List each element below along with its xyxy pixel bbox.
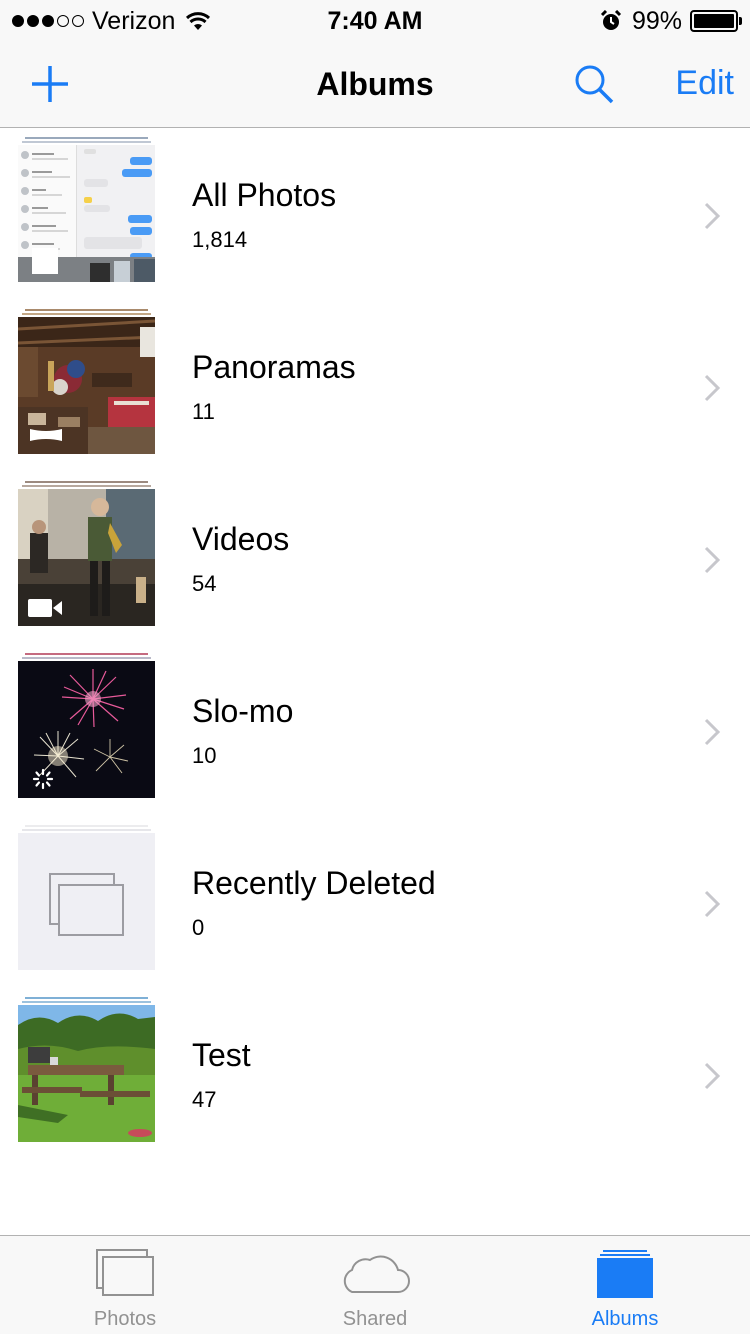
chevron-right-icon — [704, 1062, 721, 1090]
edit-button[interactable]: Edit — [675, 64, 734, 103]
albums-tab-icon — [597, 1250, 653, 1298]
navigation-bar: Albums Edit — [0, 40, 750, 128]
album-count: 1,814 — [192, 227, 248, 252]
album-count: 54 — [192, 571, 217, 596]
album-thumbnail — [18, 653, 155, 798]
album-count: 47 — [192, 1087, 217, 1112]
album-count: 11 — [192, 399, 215, 424]
battery-percent: 99% — [631, 6, 682, 35]
chevron-right-icon — [704, 202, 721, 230]
album-row-recently-deleted[interactable]: Recently Deleted 0 — [0, 817, 750, 989]
tab-label: Albums — [591, 1308, 659, 1330]
album-thumbnail — [18, 825, 155, 970]
cloud-icon — [343, 1255, 410, 1293]
tab-albums[interactable]: Albums — [500, 1236, 750, 1334]
chevron-right-icon — [704, 546, 721, 574]
status-bar: Verizon 7:40 AM 99% — [0, 0, 750, 40]
tab-label: Shared — [342, 1308, 408, 1330]
album-name: Panoramas — [192, 349, 356, 385]
album-count: 10 — [192, 743, 217, 768]
tab-bar: Photos Shared Albums — [0, 1235, 750, 1334]
search-icon[interactable] — [573, 63, 615, 105]
album-thumbnail — [18, 997, 155, 1142]
album-row-panoramas[interactable]: Panoramas 11 — [0, 301, 750, 473]
page-title: Albums — [316, 66, 434, 102]
photos-tab-icon — [96, 1249, 154, 1296]
album-thumbnail — [18, 481, 155, 626]
tab-shared[interactable]: Shared — [250, 1236, 500, 1334]
album-row-test[interactable]: Test 47 — [0, 989, 750, 1161]
tab-photos[interactable]: Photos — [0, 1236, 250, 1334]
album-row-videos[interactable]: Videos 54 — [0, 473, 750, 645]
album-name: Recently Deleted — [192, 865, 436, 901]
album-row-all-photos[interactable]: All Photos 1,814 — [0, 129, 750, 301]
alarm-clock-icon — [600, 10, 622, 30]
album-name: Test — [192, 1037, 251, 1073]
chevron-right-icon — [704, 890, 721, 918]
album-thumbnail — [18, 309, 155, 454]
chevron-right-icon — [704, 718, 721, 746]
status-right: 99% — [600, 6, 742, 35]
album-name: All Photos — [192, 177, 337, 213]
album-thumbnail — [18, 137, 155, 282]
battery-icon — [690, 10, 742, 32]
tab-label: Photos — [93, 1308, 157, 1330]
album-name: Slo-mo — [192, 693, 294, 729]
chevron-right-icon — [704, 374, 721, 402]
album-name: Videos — [192, 521, 290, 557]
album-row-slo-mo[interactable]: Slo-mo 10 — [0, 645, 750, 817]
album-count: 0 — [192, 915, 205, 940]
